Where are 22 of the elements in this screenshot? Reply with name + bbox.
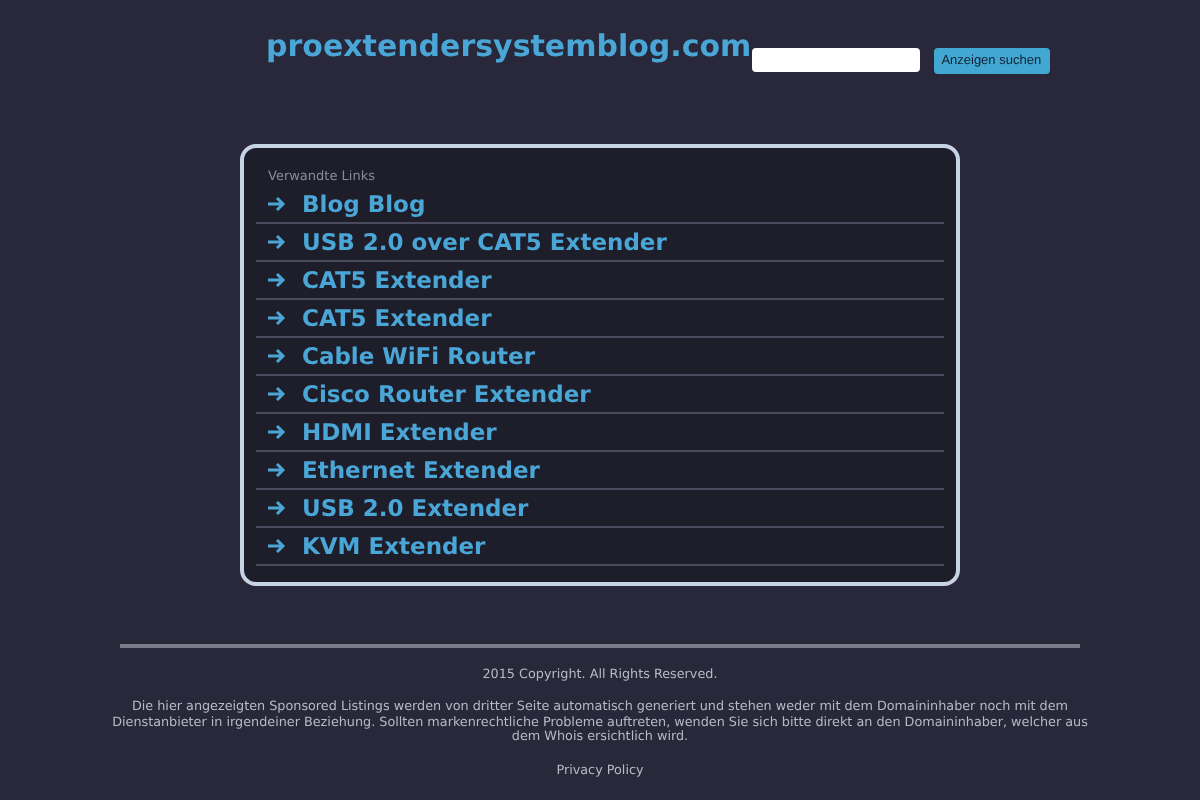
arrow-right-icon	[268, 500, 286, 516]
arrow-right-icon	[268, 424, 286, 440]
arrow-right-icon	[268, 196, 286, 212]
site-title[interactable]: proextendersystemblog.com	[266, 28, 752, 64]
related-link[interactable]: KVM Extender	[256, 528, 944, 566]
arrow-right-icon	[268, 348, 286, 364]
arrow-right-icon	[268, 234, 286, 250]
related-link[interactable]: CAT5 Extender	[256, 300, 944, 338]
related-link[interactable]: USB 2.0 over CAT5 Extender	[256, 224, 944, 262]
search-field[interactable]	[751, 48, 920, 72]
related-link[interactable]: HDMI Extender	[256, 414, 944, 452]
arrow-right-icon	[268, 310, 286, 326]
related-link[interactable]: Cable WiFi Router	[256, 338, 944, 376]
related-link[interactable]: Cisco Router Extender	[256, 376, 944, 414]
related-link[interactable]: Ethernet Extender	[256, 452, 944, 490]
arrow-right-icon	[268, 462, 286, 478]
related-link[interactable]: USB 2.0 Extender	[256, 490, 944, 528]
arrow-right-icon	[268, 538, 286, 554]
related-link[interactable]: Blog Blog	[256, 186, 944, 224]
related-link[interactable]: CAT5 Extender	[256, 262, 944, 300]
arrow-right-icon	[268, 272, 286, 288]
arrow-right-icon	[268, 386, 286, 402]
